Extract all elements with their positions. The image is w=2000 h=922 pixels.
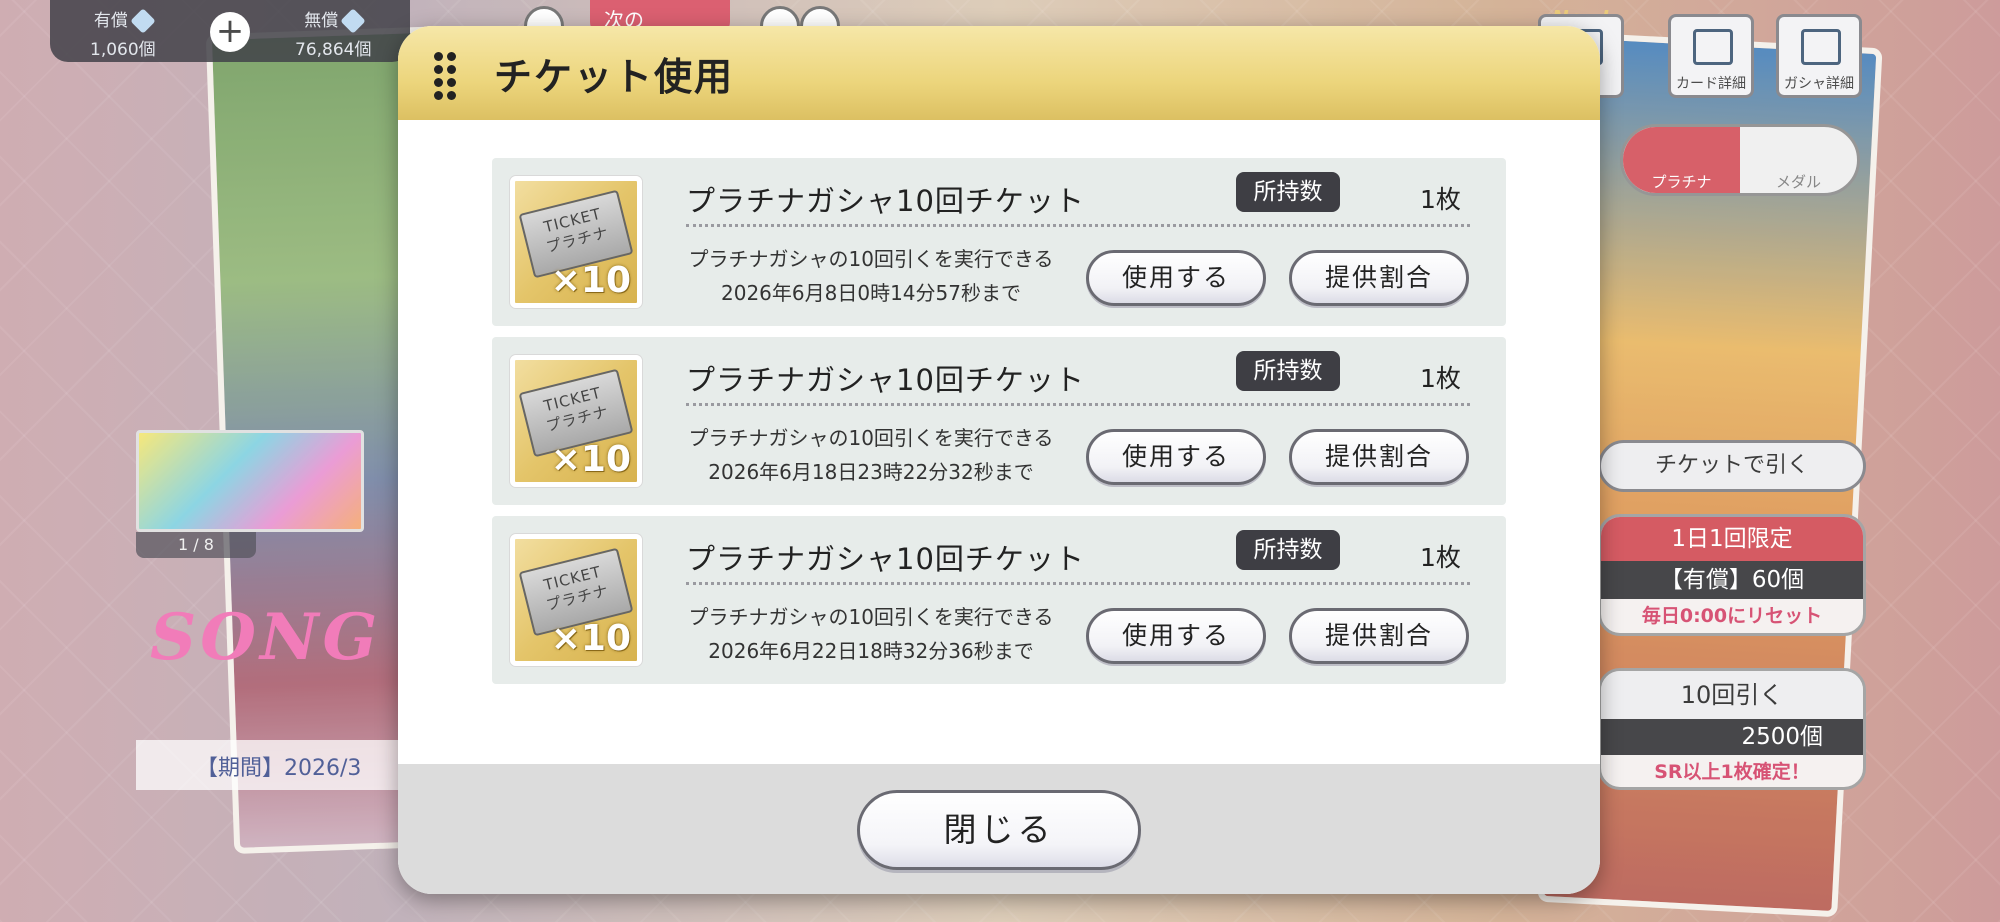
- ticket-description-text: プラチナガシャの10回引くを実行できる: [688, 247, 1054, 271]
- owned-count-badge: 所持数: [1236, 351, 1340, 391]
- ticket-image: TICKET プラチナ ×10: [510, 355, 642, 487]
- ticket-description-text: プラチナガシャの10回引くを実行できる: [688, 426, 1054, 450]
- ticket-list[interactable]: TICKET プラチナ ×10 プラチナガシャ10回チケット 所持数 1枚 プラチ…: [398, 120, 1600, 790]
- ticket-description: プラチナガシャの10回引くを実行できる 2026年6月18日23時22分32秒ま…: [664, 421, 1078, 489]
- ticket-expiry: 2026年6月22日18時32分36秒まで: [708, 639, 1034, 663]
- divider: [686, 582, 1470, 585]
- ticket-description-text: プラチナガシャの10回引くを実行できる: [688, 605, 1054, 629]
- owned-count-badge: 所持数: [1236, 172, 1340, 212]
- use-ticket-button[interactable]: 使用する: [1086, 250, 1266, 306]
- ticket-multiplier: ×10: [550, 260, 631, 301]
- ticket-row: TICKET プラチナ ×10 プラチナガシャ10回チケット 所持数 1枚 プラチ…: [492, 158, 1506, 326]
- owned-count: 1枚: [1420, 364, 1461, 393]
- use-ticket-button[interactable]: 使用する: [1086, 608, 1266, 664]
- drag-handle-icon: [434, 52, 458, 100]
- close-button[interactable]: 閉じる: [857, 790, 1141, 870]
- divider: [686, 224, 1470, 227]
- ticket-description: プラチナガシャの10回引くを実行できる 2026年6月8日0時14分57秒まで: [664, 242, 1078, 310]
- ticket-use-modal: チケット使用 TICKET プラチナ ×10 プラチナガシャ10回チケット 所持数…: [398, 26, 1600, 894]
- ticket-name: プラチナガシャ10回チケット: [686, 542, 1085, 576]
- ticket-description: プラチナガシャの10回引くを実行できる 2026年6月22日18時32分36秒ま…: [664, 600, 1078, 668]
- owned-count: 1枚: [1420, 543, 1461, 572]
- ticket-expiry: 2026年6月8日0時14分57秒まで: [721, 281, 1021, 305]
- ticket-multiplier: ×10: [550, 618, 631, 659]
- ticket-row: TICKET プラチナ ×10 プラチナガシャ10回チケット 所持数 1枚 プラチ…: [492, 516, 1506, 684]
- modal-title: チケット使用: [494, 55, 735, 99]
- ticket-expiry: 2026年6月18日23時22分32秒まで: [708, 460, 1034, 484]
- divider: [686, 403, 1470, 406]
- owned-count: 1枚: [1420, 185, 1461, 214]
- drop-rates-button[interactable]: 提供割合: [1289, 608, 1469, 664]
- use-ticket-button[interactable]: 使用する: [1086, 429, 1266, 485]
- drop-rates-button[interactable]: 提供割合: [1289, 250, 1469, 306]
- ticket-image: TICKET プラチナ ×10: [510, 534, 642, 666]
- ticket-multiplier: ×10: [550, 439, 631, 480]
- modal-footer: 閉じる: [398, 764, 1600, 894]
- owned-count-badge: 所持数: [1236, 530, 1340, 570]
- drop-rates-button[interactable]: 提供割合: [1289, 429, 1469, 485]
- ticket-row: TICKET プラチナ ×10 プラチナガシャ10回チケット 所持数 1枚 プラチ…: [492, 337, 1506, 505]
- ticket-image: TICKET プラチナ ×10: [510, 176, 642, 308]
- ticket-name: プラチナガシャ10回チケット: [686, 184, 1085, 218]
- ticket-name: プラチナガシャ10回チケット: [686, 363, 1085, 397]
- modal-header: チケット使用: [398, 26, 1600, 120]
